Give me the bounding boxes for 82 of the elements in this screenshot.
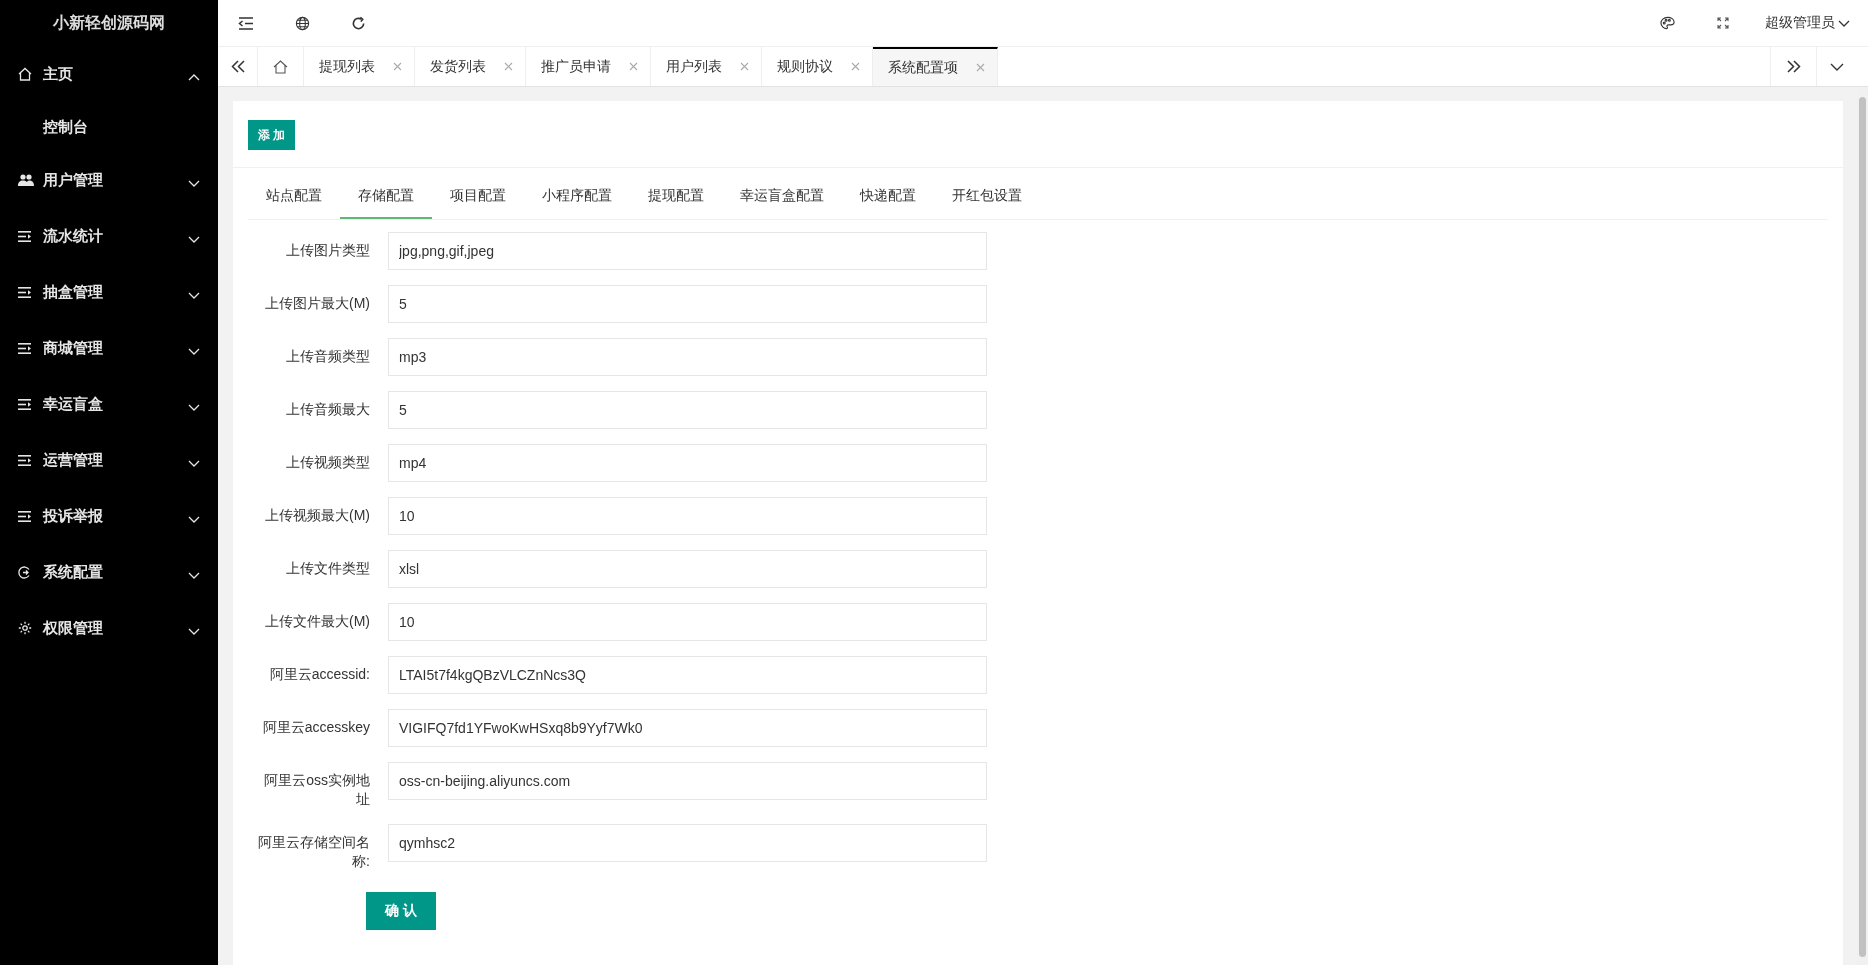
input-field[interactable]: VIGIFQ7fd1YFwoKwHSxq8b9Yyf7Wk0: [388, 709, 987, 747]
palette-icon[interactable]: [1659, 16, 1675, 30]
field-label: 上传视频最大(M): [264, 506, 371, 525]
chevron-down-icon: [188, 403, 200, 411]
sidebar-subitem[interactable]: 控制台: [0, 102, 218, 152]
user-menu[interactable]: 超级管理员: [1765, 14, 1850, 32]
input-field[interactable]: qymhsc2: [388, 824, 987, 862]
menu-fold-icon[interactable]: [238, 16, 254, 30]
input-field[interactable]: 5: [388, 285, 987, 323]
chevron-down-icon: [188, 235, 200, 243]
page-tab[interactable]: 系统配置项: [873, 47, 998, 86]
input-field[interactable]: xlsl: [388, 550, 987, 588]
sidebar-item[interactable]: 商城管理: [0, 320, 218, 376]
refresh-icon[interactable]: [350, 15, 366, 31]
field-label: 上传图片最大(M): [264, 294, 371, 313]
input-field[interactable]: 10: [388, 497, 987, 535]
sidebar-item[interactable]: 幸运盲盒: [0, 376, 218, 432]
config-tab[interactable]: 开红包设置: [934, 168, 1040, 219]
field-label: 上传音频类型: [285, 347, 371, 366]
home-icon[interactable]: [273, 59, 288, 74]
config-tab[interactable]: 站点配置: [248, 168, 340, 219]
sidebar-item[interactable]: 流水统计: [0, 208, 218, 264]
add-button[interactable]: 添 加: [248, 120, 296, 150]
chevron-down-icon: [188, 459, 200, 467]
config-tab[interactable]: 项目配置: [432, 168, 524, 219]
list-icon: [18, 454, 31, 466]
page-tab[interactable]: 用户列表: [651, 47, 762, 86]
config-tab[interactable]: 快递配置: [842, 168, 934, 219]
users-icon: [18, 174, 34, 186]
confirm-button[interactable]: 确 认: [366, 892, 436, 930]
sidebar-item[interactable]: 抽盒管理: [0, 264, 218, 320]
sidebar-item[interactable]: 投诉举报: [0, 488, 218, 544]
fullscreen-icon[interactable]: [1717, 17, 1729, 29]
field-label: 上传图片类型: [285, 241, 371, 260]
double-chevron-left-icon[interactable]: [230, 60, 245, 73]
page-tab[interactable]: 发货列表: [415, 47, 526, 86]
list-icon: [18, 398, 31, 410]
cycle-icon: [18, 565, 31, 579]
list-icon: [18, 342, 31, 354]
page-tab[interactable]: 推广员申请: [526, 47, 651, 86]
chevron-down-icon[interactable]: [1830, 62, 1844, 71]
site-logo-text: 小新轻创源码网: [53, 12, 165, 33]
input-field[interactable]: oss-cn-beijing.aliyuncs.com: [388, 762, 987, 800]
page-tab[interactable]: 提现列表: [304, 47, 415, 86]
input-field[interactable]: mp3: [388, 338, 987, 376]
sidebar-item[interactable]: 主页: [0, 46, 218, 102]
config-tab[interactable]: 提现配置: [630, 168, 722, 219]
config-tab[interactable]: 幸运盲盒配置: [722, 168, 842, 219]
field-label: 上传文件类型: [285, 559, 371, 578]
chevron-down-icon: [188, 347, 200, 355]
sidebar-item[interactable]: 运营管理: [0, 432, 218, 488]
field-label: 阿里云accessid:: [268, 665, 371, 684]
input-field[interactable]: 5: [388, 391, 987, 429]
gear-icon: [18, 621, 32, 635]
list-icon: [18, 230, 31, 242]
globe-icon[interactable]: [294, 15, 310, 31]
config-tab[interactable]: 小程序配置: [524, 168, 630, 219]
chevron-down-icon: [188, 571, 200, 579]
list-icon: [18, 510, 31, 522]
field-label: 上传视频类型: [285, 453, 371, 472]
chevron-down-icon: [188, 179, 200, 187]
field-label: 阿里云accesskey: [261, 718, 371, 737]
double-chevron-right-icon[interactable]: [1786, 60, 1801, 73]
input-field[interactable]: jpg,png,gif,jpeg: [388, 232, 987, 270]
input-field[interactable]: LTAI5t7f4kgQBzVLCZnNcs3Q: [388, 656, 987, 694]
input-field[interactable]: 10: [388, 603, 987, 641]
sidebar-item[interactable]: 权限管理: [0, 600, 218, 656]
chevron-down-icon: [188, 291, 200, 299]
sidebar-item[interactable]: 用户管理: [0, 152, 218, 208]
input-field[interactable]: mp4: [388, 444, 987, 482]
field-label: 阿里云存储空间名称:: [257, 833, 371, 871]
chevron-down-icon: [1838, 19, 1850, 27]
chevron-up-icon: [188, 73, 200, 81]
field-label: 上传音频最大: [285, 400, 371, 419]
field-label: 阿里云oss实例地址: [263, 771, 371, 809]
list-icon: [18, 286, 31, 298]
sidebar-item[interactable]: 系统配置: [0, 544, 218, 600]
chevron-down-icon: [188, 515, 200, 523]
home-icon: [18, 67, 32, 81]
chevron-down-icon: [188, 627, 200, 635]
config-tab[interactable]: 存储配置: [340, 168, 432, 219]
field-label: 上传文件最大(M): [264, 612, 371, 631]
